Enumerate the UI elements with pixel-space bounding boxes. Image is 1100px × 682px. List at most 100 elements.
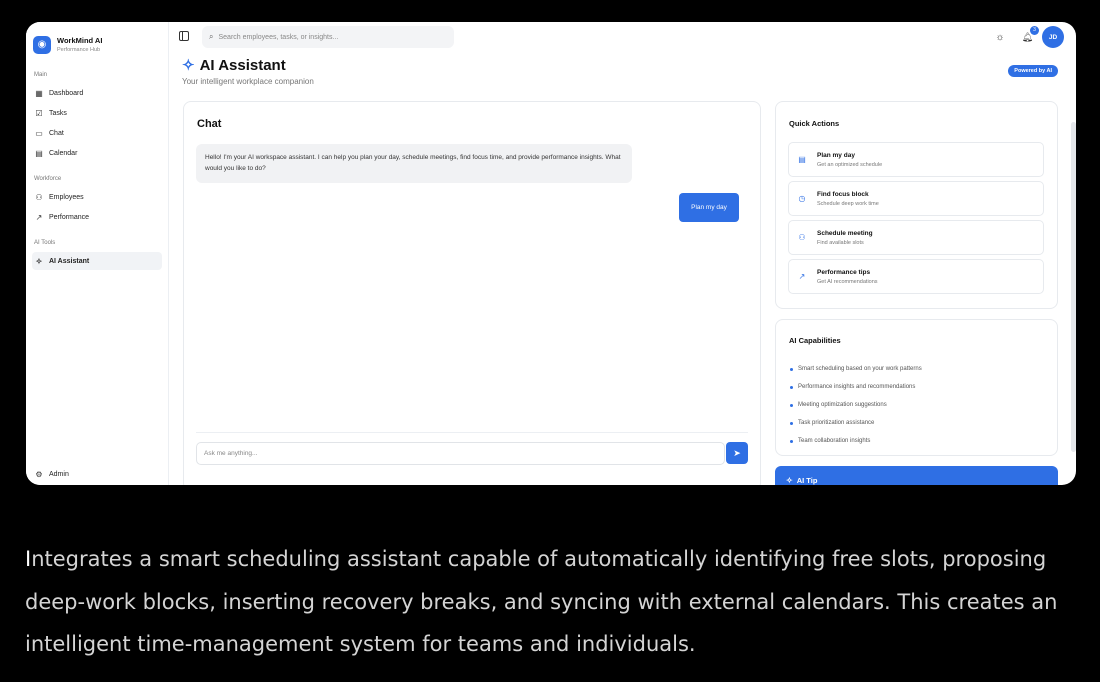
bullet-icon — [790, 421, 793, 425]
bullet-icon — [790, 367, 793, 371]
checkbox-icon: ☑ — [35, 108, 43, 118]
app-window: ◉ WorkMind AI Performance Hub Main ▦ Das… — [26, 22, 1076, 485]
chat-title: Chat — [197, 118, 222, 130]
quick-action-desc: Get AI recommendations — [817, 278, 878, 285]
brain-icon: ◉ — [33, 35, 51, 54]
trend-icon: ↗ — [35, 212, 43, 222]
sidebar-item-admin[interactable]: ⚙ Admin — [32, 467, 69, 481]
brand: ◉ WorkMind AI Performance Hub — [26, 22, 168, 58]
divider — [196, 432, 748, 433]
clock-icon: ◷ — [798, 194, 806, 203]
ai-tip-panel: ✧ AI Tip — [775, 466, 1058, 485]
sidebar-item-label: Tasks — [49, 109, 67, 117]
sidebar-item-chat[interactable]: ▭ Chat — [32, 124, 162, 142]
sidebar-item-employees[interactable]: ⚇ Employees — [32, 188, 162, 206]
search-placeholder: Search employees, tasks, or insights... — [218, 33, 339, 41]
users-icon: ⚇ — [798, 233, 806, 242]
brand-subtitle: Performance Hub — [57, 47, 101, 53]
user-message: Plan my day — [679, 193, 739, 222]
quick-action-label: Find focus block — [817, 190, 869, 198]
scrollbar[interactable] — [1071, 122, 1076, 452]
list-item: Meeting optimization suggestions — [790, 396, 922, 414]
sidebar-item-label: Calendar — [49, 149, 78, 157]
sidebar-item-ai-assistant[interactable]: ✧ AI Assistant — [32, 252, 162, 270]
message-icon: ▭ — [35, 128, 43, 138]
bell-icon[interactable]: 🔔︎ 3 — [1022, 25, 1039, 43]
send-button[interactable]: ➤ — [726, 442, 748, 464]
capability-text: Smart scheduling based on your work patt… — [798, 366, 922, 372]
tip-title-row: ✧ AI Tip — [786, 476, 817, 485]
list-item: Team collaboration insights — [790, 432, 922, 450]
send-icon: ➤ — [733, 447, 741, 458]
list-item: Performance insights and recommendations — [790, 378, 922, 396]
page-header: ✧ AI Assistant Your intelligent workplac… — [182, 56, 314, 87]
quick-action-label: Performance tips — [817, 268, 871, 276]
trend-icon: ↗ — [798, 272, 806, 281]
stage: ◉ WorkMind AI Performance Hub Main ▦ Das… — [0, 0, 1100, 682]
gear-icon: ⚙ — [35, 469, 43, 479]
sidebar-item-label: Chat — [49, 129, 64, 137]
sun-icon[interactable]: ☼ — [995, 32, 1004, 43]
capabilities-list: Smart scheduling based on your work patt… — [790, 360, 922, 450]
capability-text: Meeting optimization suggestions — [798, 402, 887, 408]
sidebar-item-dashboard[interactable]: ▦ Dashboard — [32, 84, 162, 102]
sparkle-icon: ✧ — [182, 57, 195, 74]
caption: Integrates a smart scheduling assistant … — [25, 538, 1075, 666]
calendar-icon: ▤ — [798, 155, 806, 164]
topbar: ⌕ Search employees, tasks, or insights..… — [169, 22, 1076, 52]
powered-badge: Powered by AI — [1008, 65, 1058, 77]
quick-actions-title: Quick Actions — [789, 119, 840, 128]
capabilities-panel: AI Capabilities Smart scheduling based o… — [775, 319, 1058, 456]
chat-input[interactable]: Ask me anything... — [196, 442, 725, 465]
capabilities-title: AI Capabilities — [789, 336, 841, 345]
panel-toggle-icon[interactable] — [179, 31, 189, 41]
list-item: Smart scheduling based on your work patt… — [790, 360, 922, 378]
page-title-row: ✧ AI Assistant — [182, 56, 314, 75]
quick-action-plan-day[interactable]: ▤ Plan my day Get an optimized schedule — [788, 142, 1044, 177]
page-title: AI Assistant — [199, 56, 286, 74]
page-subtitle: Your intelligent workplace companion — [182, 77, 314, 86]
sidebar-item-label: Employees — [49, 193, 84, 201]
capability-text: Performance insights and recommendations — [798, 384, 916, 390]
sidebar-item-label: AI Assistant — [49, 257, 90, 265]
users-icon: ⚇ — [35, 192, 43, 202]
search-input[interactable]: ⌕ Search employees, tasks, or insights..… — [202, 26, 454, 48]
bot-message: Hello! I'm your AI workspace assistant. … — [196, 144, 632, 183]
brand-name: WorkMind AI — [57, 36, 103, 45]
bullet-icon — [790, 403, 793, 407]
quick-action-desc: Schedule deep work time — [817, 200, 879, 207]
nav-section-main: Main — [34, 72, 48, 78]
notification-badge: 3 — [1030, 25, 1039, 35]
sidebar-item-tasks[interactable]: ☑ Tasks — [32, 104, 162, 122]
quick-actions-panel: Quick Actions ▤ Plan my day Get an optim… — [775, 101, 1058, 309]
avatar[interactable]: JD — [1042, 26, 1064, 48]
calendar-icon: ▤ — [35, 148, 43, 158]
quick-action-schedule-meeting[interactable]: ⚇ Schedule meeting Find available slots — [788, 220, 1044, 255]
admin-label: Admin — [49, 470, 69, 478]
chat-panel: Chat Hello! I'm your AI workspace assist… — [183, 101, 761, 485]
quick-action-desc: Find available slots — [817, 239, 864, 246]
quick-action-label: Plan my day — [817, 151, 855, 159]
grid-icon: ▦ — [35, 88, 43, 98]
list-item: Task prioritization assistance — [790, 414, 922, 432]
quick-action-desc: Get an optimized schedule — [817, 161, 883, 168]
sidebar-item-label: Performance — [49, 213, 90, 221]
capability-text: Task prioritization assistance — [798, 420, 875, 426]
quick-action-focus-block[interactable]: ◷ Find focus block Schedule deep work ti… — [788, 181, 1044, 216]
search-icon: ⌕ — [209, 32, 214, 41]
sidebar-item-calendar[interactable]: ▤ Calendar — [32, 144, 162, 162]
bullet-icon — [790, 439, 793, 443]
sidebar-item-performance[interactable]: ↗ Performance — [32, 208, 162, 226]
nav-section-ai-tools: AI Tools — [34, 240, 56, 246]
sidebar-item-label: Dashboard — [49, 89, 84, 97]
quick-action-performance-tips[interactable]: ↗ Performance tips Get AI recommendation… — [788, 259, 1044, 294]
nav-section-workforce: Workforce — [34, 176, 62, 182]
quick-action-label: Schedule meeting — [817, 229, 873, 237]
sidebar: ◉ WorkMind AI Performance Hub Main ▦ Das… — [26, 22, 169, 485]
sparkle-icon: ✧ — [35, 256, 43, 266]
sparkle-icon: ✧ — [786, 476, 793, 485]
bullet-icon — [790, 385, 793, 389]
tip-title: AI Tip — [796, 476, 818, 485]
caption-text: ntegrates a smart scheduling assistant c… — [25, 547, 1058, 656]
capability-text: Team collaboration insights — [798, 438, 871, 444]
